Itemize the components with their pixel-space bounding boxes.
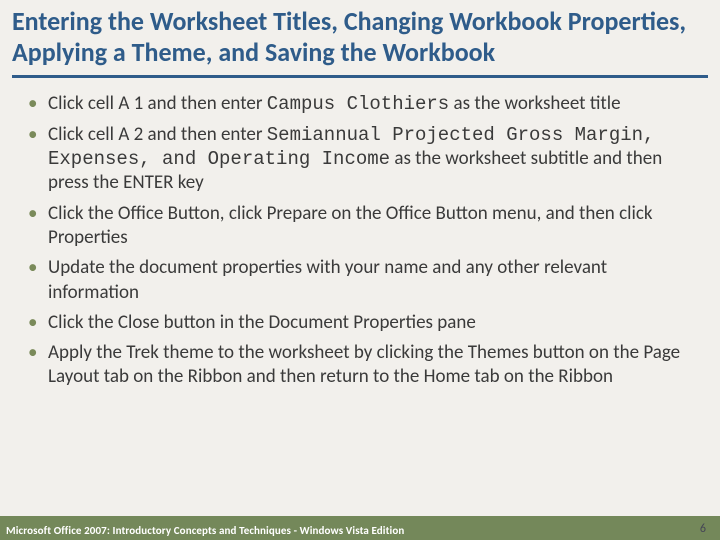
bullet-text: Click the Office Button, click Prepare o… — [48, 202, 653, 249]
footer-bar: Microsoft Office 2007: Introductory Conc… — [0, 516, 720, 540]
bullet-text: Click the Close button in the Document P… — [48, 311, 476, 334]
list-item: Click the Close button in the Document P… — [22, 311, 698, 335]
bullet-text: Apply the Trek theme to the worksheet by… — [48, 341, 680, 388]
bullet-code: Campus Clothiers — [267, 93, 449, 115]
list-item: Click cell A 1 and then enter Campus Clo… — [22, 92, 698, 116]
footer-text: Microsoft Office 2007: Introductory Conc… — [6, 524, 404, 537]
bullet-text: Click cell A 2 and then enter — [48, 123, 267, 146]
slide-body: Click cell A 1 and then enter Campus Clo… — [0, 80, 720, 389]
bullet-text: as the worksheet title — [449, 92, 620, 115]
list-item: Apply the Trek theme to the worksheet by… — [22, 341, 698, 390]
bullet-text: Update the document properties with your… — [48, 256, 607, 303]
slide-title: Entering the Worksheet Titles, Changing … — [0, 0, 720, 71]
bullet-text: Click cell A 1 and then enter — [48, 92, 267, 115]
list-item: Update the document properties with your… — [22, 256, 698, 305]
list-item: Click cell A 2 and then enter Semiannual… — [22, 123, 698, 196]
title-rule — [12, 75, 708, 78]
slide: Entering the Worksheet Titles, Changing … — [0, 0, 720, 540]
list-item: Click the Office Button, click Prepare o… — [22, 202, 698, 251]
page-number: 6 — [700, 522, 706, 536]
bullet-list: Click cell A 1 and then enter Campus Clo… — [22, 92, 698, 389]
